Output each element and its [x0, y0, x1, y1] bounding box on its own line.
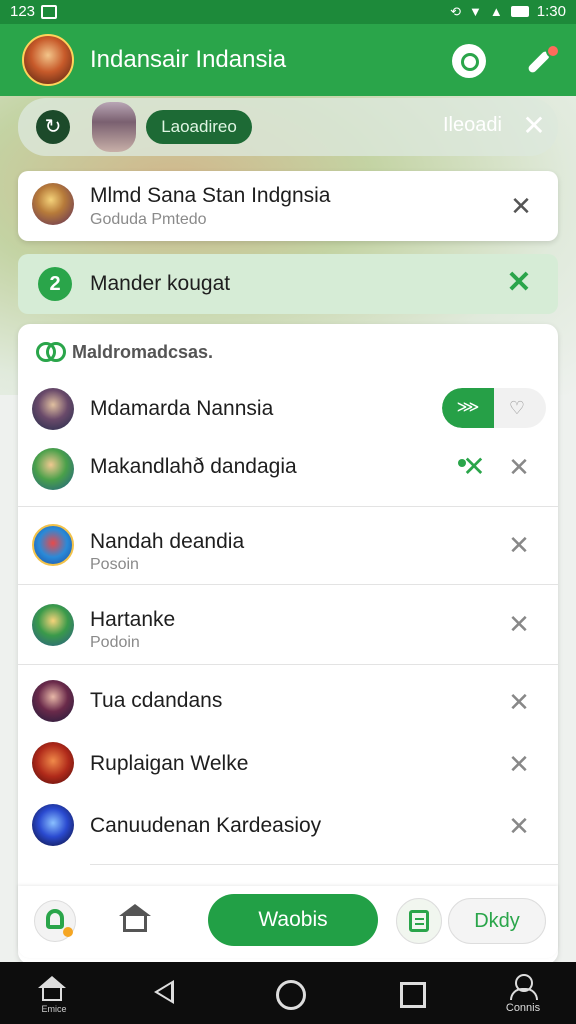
nav-home-label: Emice: [41, 1004, 67, 1014]
heart-icon[interactable]: ♡: [502, 396, 532, 420]
status-bar: 123 ⟲ ▼ ▲ 1:30: [0, 0, 576, 24]
mandatory-text: Mander kougat: [90, 272, 231, 295]
item-avatar: [32, 388, 74, 430]
item-title[interactable]: Makandlahð dandagia: [90, 455, 297, 479]
item-title[interactable]: Canuudenan Kardeasioy: [90, 814, 321, 838]
notification-dot: [546, 44, 560, 58]
wifi-icon: ▼: [469, 4, 482, 19]
close-icon: ✕: [522, 110, 546, 141]
list-icon: [409, 910, 429, 932]
close-button[interactable]: ✕: [504, 687, 534, 717]
item-subtitle: Posoin: [90, 556, 139, 573]
status-time: 1:30: [536, 3, 566, 20]
loading-pill[interactable]: Laoadireo: [146, 110, 252, 144]
image-icon: [41, 4, 58, 19]
account-button[interactable]: Connis: [500, 974, 546, 1018]
toggle-switch[interactable]: ⋙ ♡: [442, 388, 546, 428]
home-circle-icon[interactable]: [276, 980, 306, 1010]
mandatory-close-button[interactable]: ✕: [504, 268, 534, 298]
divider: [18, 506, 558, 507]
green-close-icon[interactable]: ✕: [458, 451, 490, 483]
refresh-button[interactable]: ↻: [36, 110, 70, 144]
item-subtitle: Podoin: [90, 634, 140, 651]
app-title: Indansair Indansia: [90, 46, 287, 73]
featured-avatar: [32, 183, 74, 225]
link-icon: [36, 342, 66, 362]
refresh-icon: ↻: [44, 116, 62, 138]
strip-close-button[interactable]: ✕: [518, 110, 550, 142]
home-button[interactable]: [118, 904, 152, 936]
item-avatar: [32, 680, 74, 722]
chat-button[interactable]: [452, 44, 486, 78]
divider: [18, 664, 558, 665]
close-button[interactable]: ✕: [504, 811, 534, 841]
featured-card[interactable]: Mlmd Sana Stan Indgnsia Goduda Pmtedo ✕: [18, 171, 558, 241]
close-button[interactable]: ✕: [504, 749, 534, 779]
toggle-on-option[interactable]: ⋙: [442, 388, 494, 428]
section-label: Maldromadcsas.: [72, 342, 214, 362]
status-left-text: 123: [10, 3, 36, 20]
item-avatar: [32, 804, 74, 846]
featured-title: Mlmd Sana Stan Indgnsia: [90, 184, 331, 207]
item-avatar: [32, 742, 74, 784]
strip-avatar: [92, 102, 136, 152]
list-card: Maldromadcsas. Mdamarda Nannsia ⋙ ♡ Maka…: [18, 324, 558, 964]
badge-dot: [63, 927, 73, 937]
item-title[interactable]: Hartanke: [90, 608, 175, 632]
strip-right-text: Ileoadi: [443, 114, 502, 136]
mandatory-bar[interactable]: 2 Mander kougat ✕: [18, 254, 558, 314]
item-title[interactable]: Ruplaigan Welke: [90, 752, 248, 776]
item-avatar: [32, 604, 74, 646]
vibrate-icon: ⟲: [450, 3, 462, 19]
count-badge: 2: [38, 267, 72, 301]
divider: [18, 584, 558, 585]
divider: [90, 864, 558, 865]
item-avatar: [32, 524, 74, 566]
featured-subtitle: Goduda Pmtedo: [90, 211, 207, 228]
list-button[interactable]: [396, 898, 442, 944]
battery-icon: [510, 6, 529, 17]
bell-icon: [46, 909, 64, 929]
system-nav-bar: Emice Connis: [0, 962, 576, 1024]
edit-button[interactable]: [522, 44, 560, 78]
close-button[interactable]: ✕: [504, 609, 534, 639]
secondary-button[interactable]: Dkdy: [448, 898, 546, 944]
bottom-toolbar: Waobis Dkdy: [18, 886, 558, 958]
profile-avatar[interactable]: [22, 34, 74, 86]
item-avatar: [32, 448, 74, 490]
back-icon[interactable]: [154, 980, 174, 1004]
bell-button[interactable]: [34, 900, 76, 942]
home-icon: [119, 904, 151, 916]
featured-close-button[interactable]: ✕: [506, 191, 536, 221]
app-bar: Indansair Indansia: [0, 24, 576, 96]
nav-home-button[interactable]: Emice: [36, 976, 72, 1016]
signal-icon: ▲: [489, 4, 503, 19]
primary-button[interactable]: Waobis: [208, 894, 378, 946]
search-strip: ↻ Laoadireo Ileoadi ✕: [18, 98, 558, 156]
item-title[interactable]: Tua cdandans: [90, 689, 222, 713]
item-title[interactable]: Mdamarda Nannsia: [90, 397, 273, 421]
recents-icon[interactable]: [400, 982, 426, 1008]
item-title[interactable]: Nandah deandia: [90, 530, 244, 554]
account-label: Connis: [505, 1002, 541, 1014]
close-button[interactable]: ✕: [504, 530, 534, 560]
close-button[interactable]: ✕: [504, 452, 534, 482]
